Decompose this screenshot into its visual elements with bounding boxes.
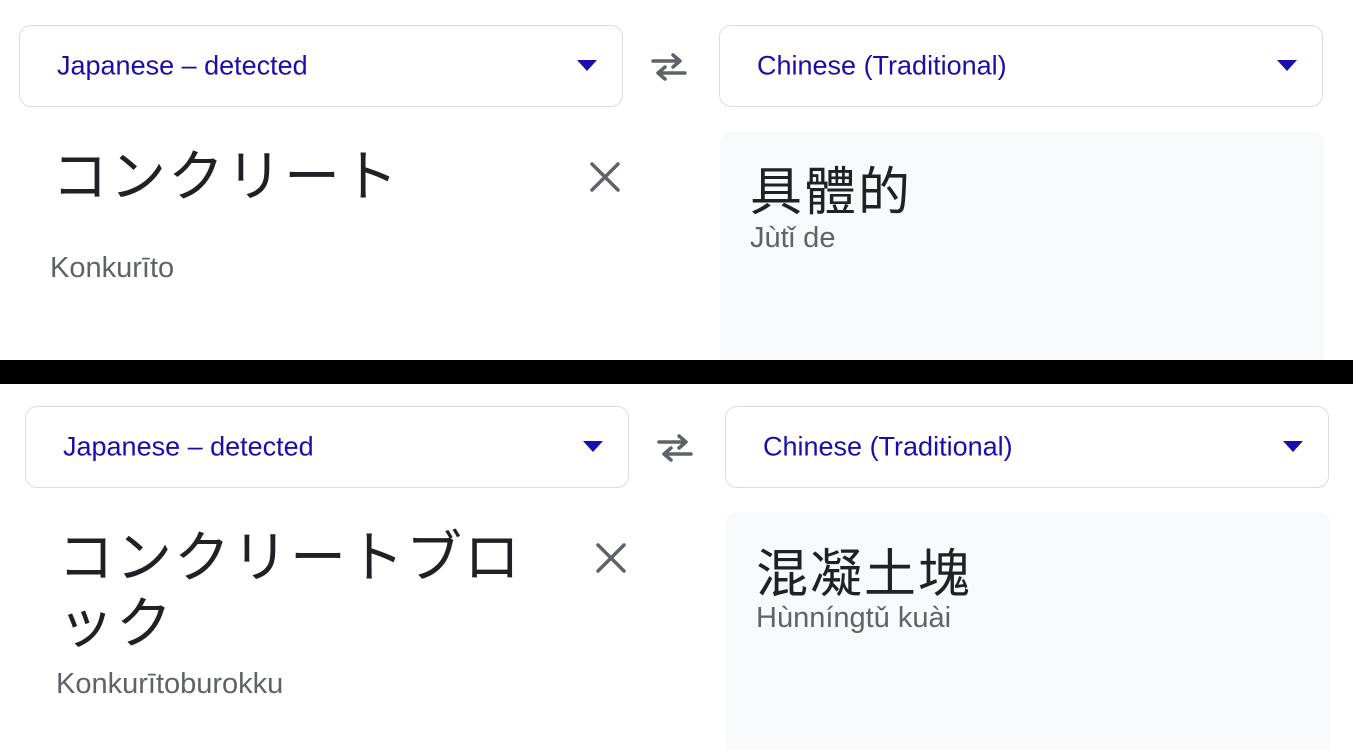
source-language-label: Japanese – detected [63, 431, 314, 462]
close-icon[interactable] [594, 541, 628, 575]
caret-down-icon [1277, 60, 1297, 71]
source-text-input[interactable]: コンクリートブロック [58, 526, 563, 658]
source-language-select[interactable]: Japanese – detected [25, 406, 629, 488]
target-language-select[interactable]: Chinese (Traditional) [719, 25, 1323, 107]
translator-panel-top: Japanese – detected Chinese (Traditional… [0, 0, 1353, 360]
translation-romanization: Jùtǐ de [750, 222, 836, 254]
caret-down-icon [583, 441, 603, 452]
source-text-input[interactable]: コンクリート [52, 145, 572, 211]
translation-romanization: Hùnníngtǔ kuài [756, 602, 952, 634]
translation-text: 具體的 [750, 163, 913, 223]
translation-output: 具體的 Jùtǐ de [720, 132, 1324, 360]
source-language-select[interactable]: Japanese – detected [19, 25, 623, 107]
translator-panel-bottom: Japanese – detected Chinese (Traditional… [0, 384, 1353, 750]
target-language-select[interactable]: Chinese (Traditional) [725, 406, 1329, 488]
caret-down-icon [577, 60, 597, 71]
swap-arrows-icon[interactable] [649, 47, 689, 87]
source-language-label: Japanese – detected [57, 50, 308, 81]
translation-output: 混凝土塊 Hùnníngtǔ kuài [726, 512, 1330, 750]
source-romanization: Konkurītoburokku [56, 668, 284, 700]
swap-arrows-icon[interactable] [655, 428, 695, 468]
target-language-label: Chinese (Traditional) [757, 50, 1007, 81]
screenshot-divider [0, 360, 1353, 384]
close-icon[interactable] [588, 160, 622, 194]
target-language-label: Chinese (Traditional) [763, 431, 1013, 462]
caret-down-icon [1283, 441, 1303, 452]
source-romanization: Konkurīto [50, 252, 175, 284]
translation-text: 混凝土塊 [756, 545, 973, 605]
